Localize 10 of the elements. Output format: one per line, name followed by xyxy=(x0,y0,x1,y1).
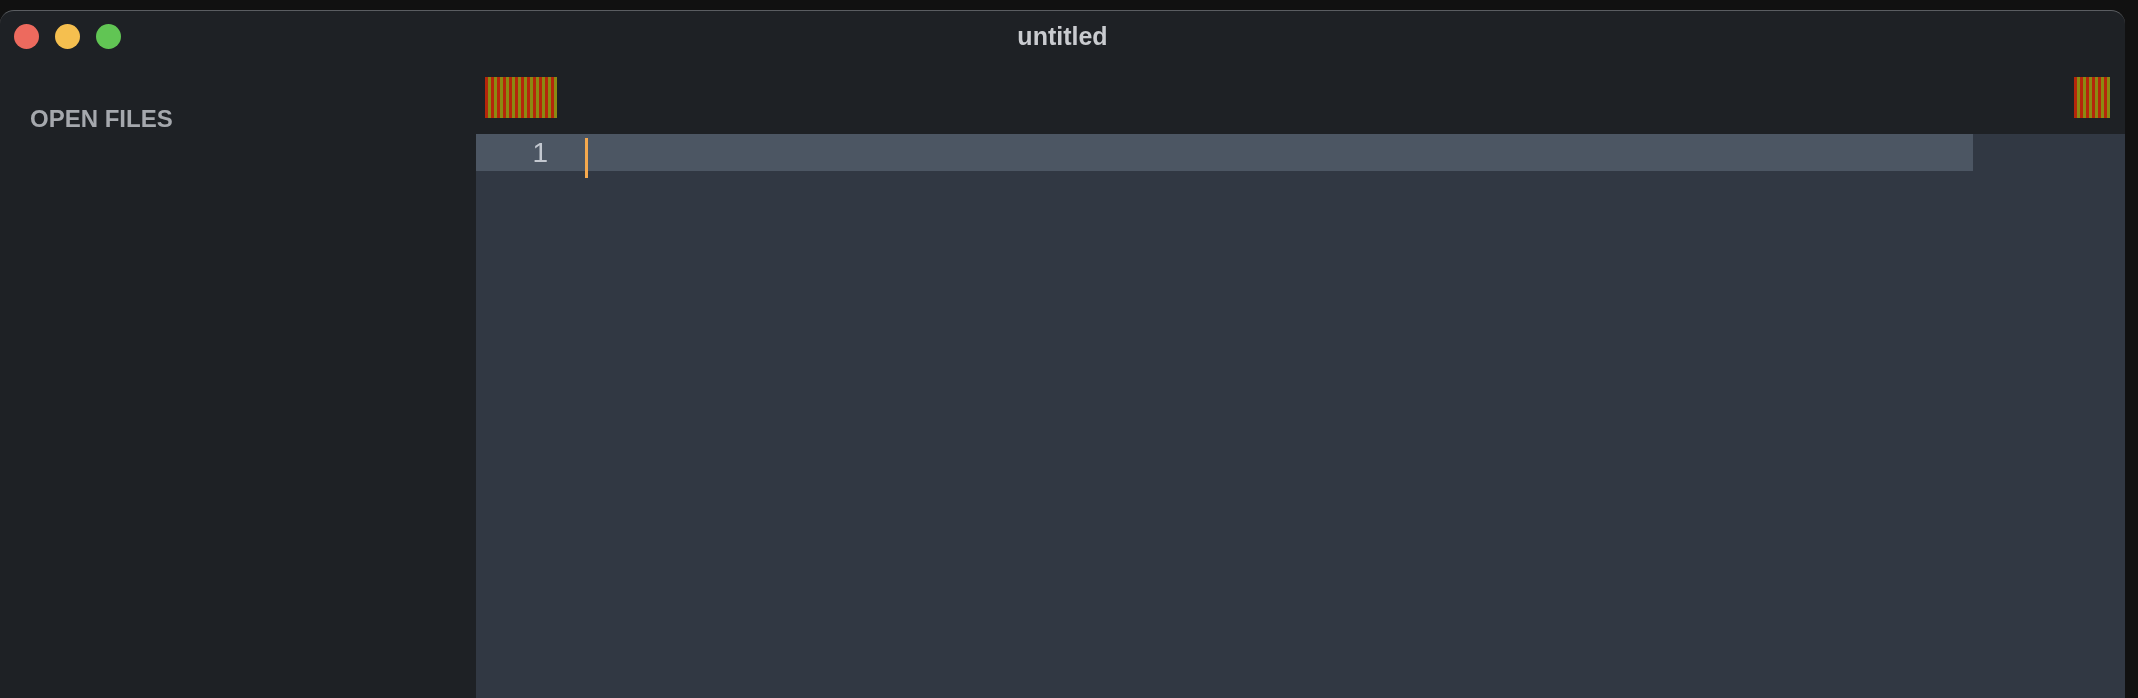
line-number: 1 xyxy=(531,136,548,169)
sidebar-heading: OPEN FILES xyxy=(30,105,173,133)
scroll-shadow-drawing xyxy=(2074,77,2110,118)
scroll-shadow-drawing xyxy=(485,77,557,118)
minimize-button[interactable] xyxy=(55,23,80,49)
window-title: untitled xyxy=(1017,21,1108,51)
close-button[interactable] xyxy=(14,23,39,49)
editor-area[interactable]: 1 xyxy=(476,134,2125,698)
zoom-button[interactable] xyxy=(96,23,121,49)
text-caret xyxy=(585,138,588,178)
